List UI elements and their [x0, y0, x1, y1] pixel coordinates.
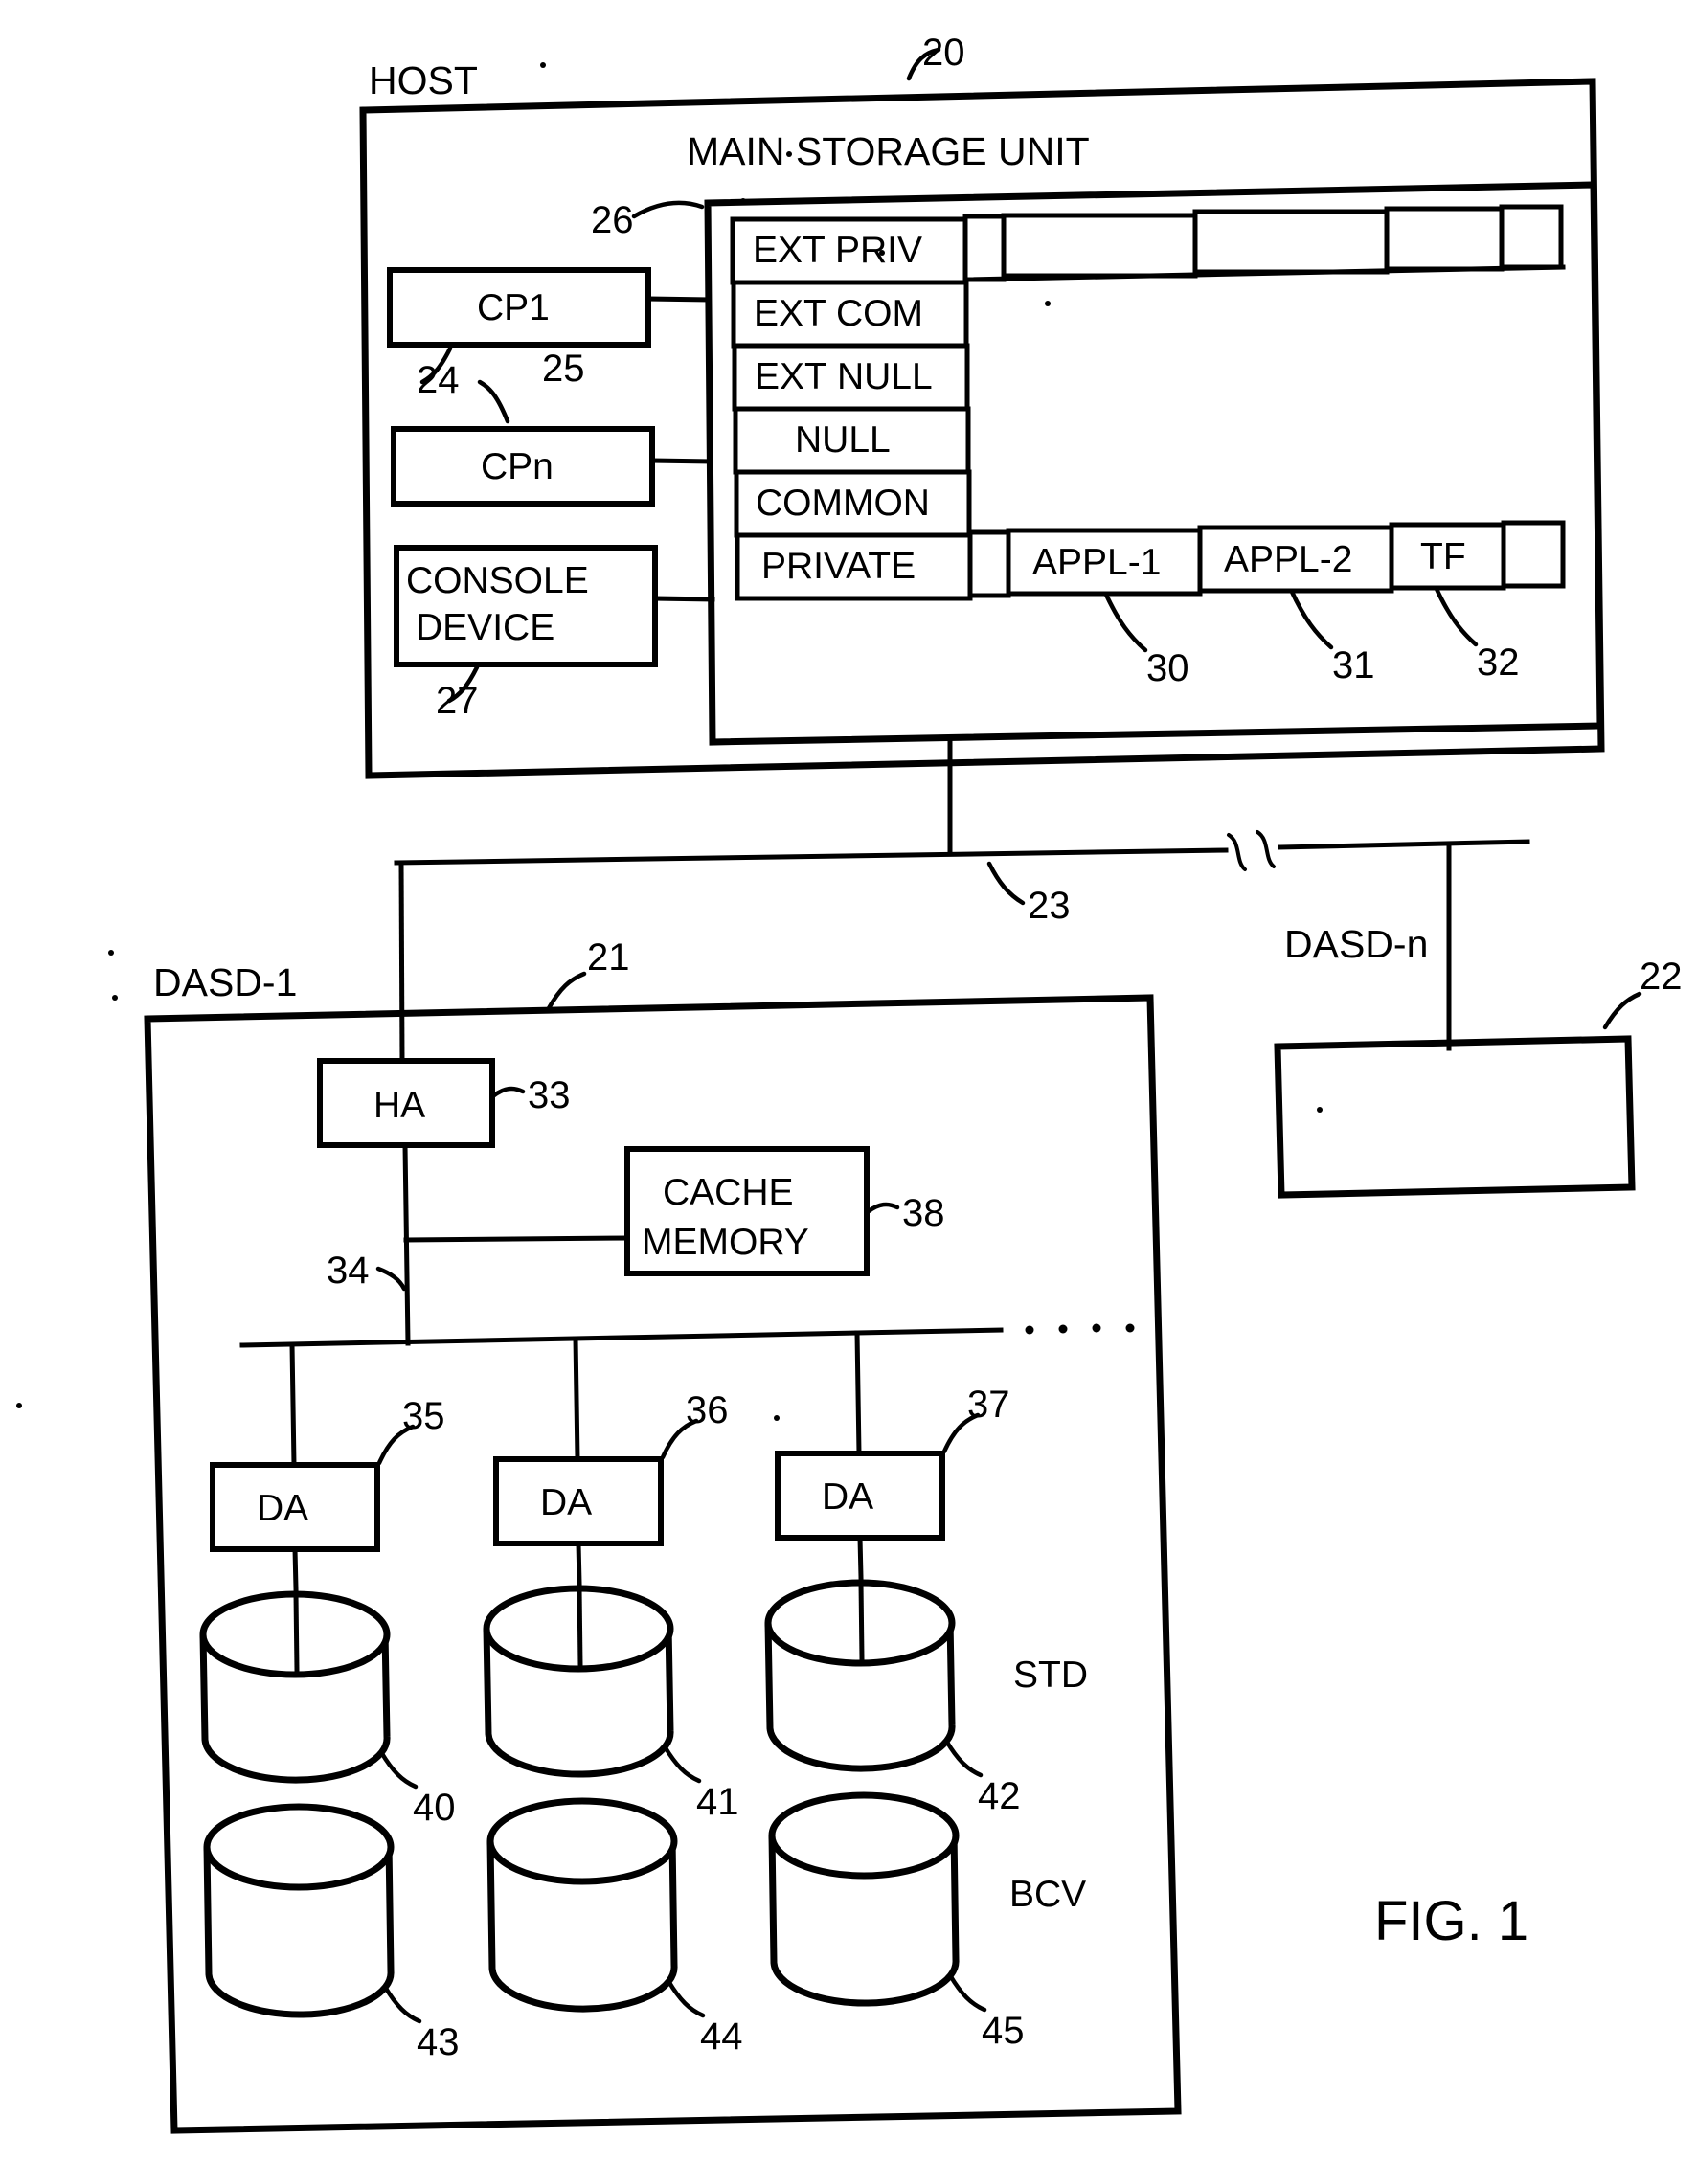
std-volume-41: [483, 1585, 674, 1778]
main-storage-title: MAIN STORAGE UNIT: [687, 129, 1090, 173]
figure-canvas: HOST 20 MAIN STORAGE UNIT 26 EXT PRIV EX…: [16, 32, 1683, 2134]
ref-42: 42: [978, 1775, 1021, 1817]
dasd-n-label: DASD-n: [1284, 922, 1428, 966]
ref-35: 35: [402, 1395, 445, 1437]
private-cell-end: [1501, 520, 1566, 589]
private-cell-spacer: [967, 529, 1011, 598]
ref-37: 37: [967, 1384, 1010, 1426]
std-group-label: STD: [1013, 1655, 1088, 1696]
ref-41: 41: [696, 1781, 739, 1823]
bcv-group-label: BCV: [1009, 1874, 1086, 1915]
bcv-volume-43: [203, 1803, 395, 2018]
host-label: HOST: [369, 58, 478, 102]
ref-44: 44: [700, 2015, 743, 2058]
ha-label: HA: [373, 1085, 425, 1126]
ref-23-leader: [986, 861, 1026, 906]
ref-21-leader: [546, 971, 587, 1011]
ref-30: 30: [1146, 647, 1189, 689]
ext-priv-cell-3: [1384, 206, 1505, 272]
ref-34: 34: [327, 1250, 370, 1292]
std-volume-40: [199, 1590, 391, 1784]
private-cell-label-appl-1: APPL-1: [1032, 542, 1161, 583]
ext-priv-cell-spacer: [962, 214, 1007, 282]
private-cell-ref-leaders: [1103, 586, 1479, 653]
memory-segment-table: [730, 216, 973, 601]
console-label-line2: DEVICE: [416, 607, 554, 648]
segment-label-ext-com: EXT COM: [754, 293, 923, 334]
ref-43: 43: [417, 2021, 460, 2063]
ref-27: 27: [436, 680, 479, 722]
ref-40: 40: [413, 1787, 456, 1829]
segment-label-ext-priv: EXT PRIV: [753, 230, 922, 271]
private-cell-label-tf: TF: [1420, 536, 1466, 577]
std-volume-group: [199, 1579, 984, 1790]
bcv-volume-45: [768, 1791, 960, 2007]
segment-label-null: NULL: [795, 419, 891, 461]
ref-31: 31: [1332, 644, 1375, 687]
cache-label-line1: CACHE: [663, 1172, 794, 1213]
ref-26-leader: [631, 200, 705, 219]
processor-connectors: [645, 296, 715, 602]
segment-label-common: COMMON: [756, 483, 930, 524]
bcv-volume-44: [486, 1797, 678, 2013]
ref-32: 32: [1477, 642, 1520, 684]
segment-label-ext-null: EXT NULL: [755, 356, 933, 397]
dasd-1-label: DASD-1: [153, 960, 297, 1004]
dasd-n-outline: [1274, 1035, 1636, 1199]
segment-label-private: PRIVATE: [761, 546, 916, 587]
da-label-2: DA: [540, 1482, 592, 1523]
patent-figure-1: HOST 20 MAIN STORAGE UNIT 26 EXT PRIV EX…: [0, 0, 1697, 2184]
ref-21: 21: [587, 936, 630, 979]
ref-34-leader: [375, 1266, 407, 1292]
ref-36: 36: [686, 1389, 729, 1431]
std-volume-42: [764, 1579, 956, 1772]
ref-38: 38: [902, 1192, 945, 1234]
dasd-n-block: [1274, 991, 1642, 1199]
ext-priv-cell-4: [1499, 204, 1564, 270]
private-cell-label-appl-2: APPL-2: [1224, 539, 1352, 580]
cp1-label: CP1: [477, 287, 550, 328]
cpn-label: CPn: [481, 446, 554, 487]
ref-22: 22: [1640, 956, 1683, 998]
ref-26: 26: [591, 199, 634, 241]
da-label-3: DA: [822, 1476, 873, 1518]
ref-33: 33: [528, 1074, 571, 1116]
console-label-line1: CONSOLE: [406, 560, 589, 601]
ext-priv-cell-2: [1192, 209, 1390, 275]
bcv-volume-group: [203, 1791, 987, 2024]
figure-caption: FIG. 1: [1374, 1890, 1528, 1952]
ref-23: 23: [1028, 885, 1071, 927]
ref-25: 25: [542, 348, 585, 390]
ref-45: 45: [982, 2010, 1025, 2052]
ext-priv-cell-1: [1001, 213, 1198, 279]
ref-20: 20: [922, 32, 965, 74]
da-label-1: DA: [257, 1488, 308, 1529]
ref-24: 24: [417, 359, 460, 401]
cache-label-line2: MEMORY: [642, 1222, 809, 1263]
